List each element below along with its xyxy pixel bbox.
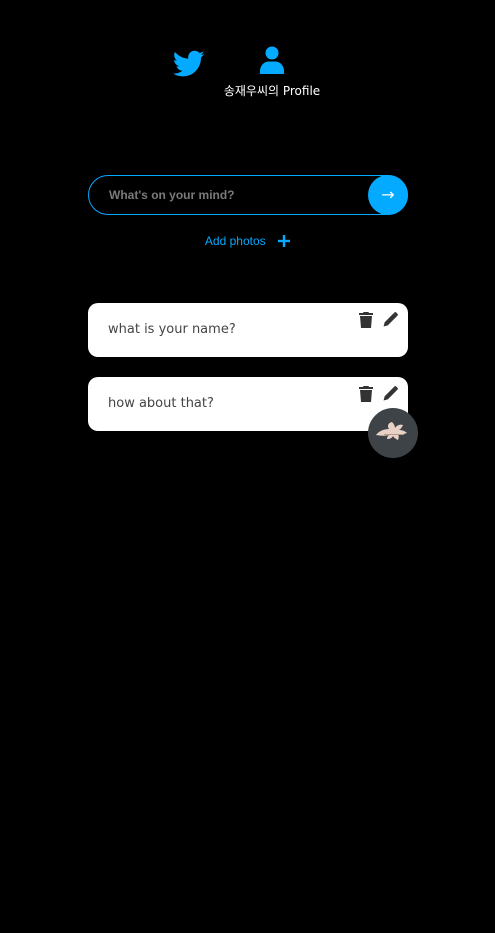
tweet-card: what is your name? xyxy=(88,303,408,357)
tweet-actions xyxy=(354,312,398,328)
pencil-icon xyxy=(383,386,398,401)
delete-tweet-button[interactable] xyxy=(358,386,374,402)
tweet-actions xyxy=(354,386,398,402)
app-page: 송재우씨의 Profile → Add photos what is your … xyxy=(0,0,495,933)
tweet-input[interactable] xyxy=(88,175,408,215)
home-link[interactable] xyxy=(172,50,205,78)
edit-tweet-button[interactable] xyxy=(383,386,398,402)
tweet-text: how about that? xyxy=(108,396,214,411)
tweet-attachment-image xyxy=(368,408,418,458)
edit-tweet-button[interactable] xyxy=(383,312,398,328)
trash-icon xyxy=(358,312,373,328)
submit-tweet-button[interactable]: → xyxy=(368,175,408,215)
trash-icon xyxy=(358,386,373,402)
plus-icon xyxy=(278,234,291,247)
pencil-icon xyxy=(383,312,398,327)
add-photos-label: Add photos xyxy=(204,233,266,248)
top-navigation: 송재우씨의 Profile xyxy=(0,46,495,106)
leaf-thumbnail xyxy=(376,422,407,440)
user-icon xyxy=(260,46,284,74)
delete-tweet-button[interactable] xyxy=(358,312,374,328)
profile-link[interactable]: 송재우씨의 Profile xyxy=(212,46,332,102)
compose-form: → xyxy=(88,175,408,215)
tweet-card: how about that? xyxy=(88,377,418,458)
twitter-bird-icon xyxy=(172,50,205,77)
add-photos-button[interactable]: Add photos xyxy=(0,232,495,254)
tweet-text: what is your name? xyxy=(108,322,236,337)
profile-label: 송재우씨의 Profile xyxy=(223,84,321,98)
